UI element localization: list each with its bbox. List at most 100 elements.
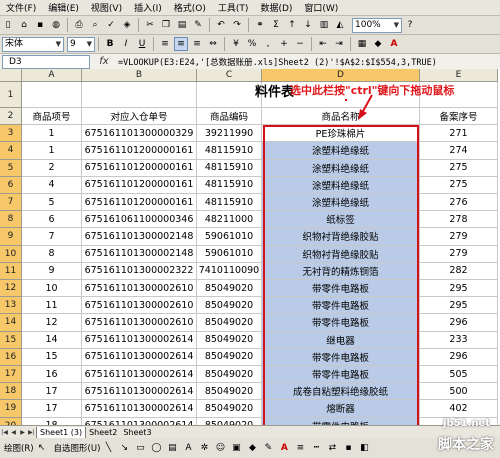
table-cell[interactable]: 涂塑料绝缘纸 — [262, 159, 420, 177]
table-cell[interactable]: 675161101300002148 — [82, 245, 197, 263]
table-cell[interactable]: 17 — [22, 383, 82, 401]
table-cell[interactable]: 278 — [420, 211, 498, 229]
table-cell[interactable]: 675161061100000346 — [82, 211, 197, 229]
column-header-b[interactable]: B — [82, 69, 197, 82]
table-cell[interactable]: 675161101300002148 — [82, 228, 197, 246]
formula-input[interactable]: =VLOOKUP(E3:E24,'[总数据账册.xls]Sheet2 (2)'!… — [118, 56, 500, 68]
drawing-icon[interactable]: ◭ — [333, 18, 347, 32]
tab-sheet1-3[interactable]: Sheet1 (3) — [36, 426, 87, 439]
table-cell[interactable]: 48115910 — [197, 194, 262, 212]
dash-style-icon[interactable]: ┅ — [309, 441, 323, 455]
picture-icon[interactable]: ▣ — [229, 441, 243, 455]
table-cell[interactable]: 675161101300002322 — [82, 262, 197, 280]
row-header[interactable]: 10 — [0, 245, 22, 263]
percent-icon[interactable]: % — [245, 37, 259, 51]
row-header[interactable]: 1 — [0, 82, 22, 108]
table-cell[interactable]: 675161101300002610 — [82, 297, 197, 315]
name-box[interactable]: D3 — [2, 54, 90, 69]
new-icon[interactable]: ▯ — [1, 18, 15, 32]
decrease-decimal-icon[interactable]: − — [293, 37, 307, 51]
draw-menu-button[interactable]: 绘图(R) — [4, 442, 34, 454]
select-all-corner[interactable] — [0, 69, 22, 82]
table-cell[interactable]: 85049020 — [197, 297, 262, 315]
row-header[interactable]: 13 — [0, 297, 22, 315]
undo-icon[interactable]: ↶ — [214, 18, 228, 32]
table-cell[interactable]: 59061010 — [197, 228, 262, 246]
table-cell[interactable]: 296 — [420, 314, 498, 332]
table-cell[interactable]: 无衬背的精炼铜箔 — [262, 262, 420, 280]
table-cell[interactable]: 85049020 — [197, 331, 262, 349]
font-name-select[interactable]: 宋体 ▼ — [2, 36, 64, 52]
research-icon[interactable]: ◈ — [120, 18, 134, 32]
table-cell[interactable]: 282 — [420, 262, 498, 280]
table-cell[interactable]: 295 — [420, 297, 498, 315]
table-cell[interactable]: 带零件电路板 — [262, 417, 420, 425]
menu-data[interactable]: 数据(D) — [254, 1, 298, 14]
row-header[interactable]: 4 — [0, 142, 22, 160]
print-icon[interactable]: ⎙ — [72, 18, 86, 32]
table-cell[interactable]: 涂塑料绝缘纸 — [262, 176, 420, 194]
table-cell[interactable]: 织物衬背绝缘胶贴 — [262, 245, 420, 263]
diagram-icon[interactable]: ✲ — [197, 441, 211, 455]
table-cell[interactable]: 85049020 — [197, 400, 262, 418]
row-header[interactable]: 17 — [0, 366, 22, 384]
table-cell[interactable]: 85049020 — [197, 366, 262, 384]
table-cell[interactable] — [82, 82, 197, 108]
table-cell[interactable]: 9 — [22, 262, 82, 280]
table-cell[interactable]: 16 — [22, 366, 82, 384]
table-cell[interactable]: 8 — [22, 245, 82, 263]
table-cell[interactable]: 1 — [22, 125, 82, 143]
shadow-icon[interactable]: ▪ — [341, 441, 355, 455]
fx-icon[interactable]: fx — [90, 56, 118, 67]
align-right-icon[interactable]: ≡ — [190, 37, 204, 51]
table-cell[interactable]: 85049020 — [197, 314, 262, 332]
rectangle-icon[interactable]: ▭ — [133, 441, 147, 455]
table-cell[interactable]: 纸标签 — [262, 211, 420, 229]
table-cell[interactable]: 48211000 — [197, 211, 262, 229]
menu-tools[interactable]: 工具(T) — [212, 1, 255, 14]
print-preview-icon[interactable]: ⌕ — [88, 18, 102, 32]
table-cell[interactable]: 7 — [22, 228, 82, 246]
table-cell[interactable]: 48115910 — [197, 159, 262, 177]
decrease-indent-icon[interactable]: ⇤ — [316, 37, 330, 51]
table-cell[interactable]: 675161101200000161 — [82, 176, 197, 194]
arrow-icon[interactable]: ↘ — [117, 441, 131, 455]
fill-color-icon[interactable]: ◆ — [371, 37, 385, 51]
fill-color-draw-icon[interactable]: ◆ — [245, 441, 259, 455]
table-cell[interactable]: 带零件电路板 — [262, 348, 420, 366]
zoom-select[interactable]: 100% ▼ — [352, 17, 402, 33]
row-header[interactable]: 20 — [0, 417, 22, 425]
row-header[interactable]: 14 — [0, 314, 22, 332]
menu-insert[interactable]: 插入(I) — [128, 1, 168, 14]
table-cell[interactable]: 500 — [420, 383, 498, 401]
table-cell[interactable]: 4 — [22, 176, 82, 194]
help-icon[interactable]: ? — [403, 18, 417, 32]
table-cell[interactable]: 59061010 — [197, 245, 262, 263]
table-cell[interactable]: 85049020 — [197, 280, 262, 298]
menu-format[interactable]: 格式(O) — [168, 1, 212, 14]
tab-sheet2[interactable]: Sheet2 — [86, 427, 120, 438]
save-icon[interactable]: ▪ — [33, 18, 47, 32]
borders-icon[interactable]: ▦ — [355, 37, 369, 51]
table-cell[interactable]: 17 — [22, 400, 82, 418]
table-cell[interactable]: 1 — [22, 142, 82, 160]
table-cell[interactable]: 15 — [22, 348, 82, 366]
font-color-draw-icon[interactable]: A — [277, 441, 291, 455]
row-header[interactable]: 12 — [0, 280, 22, 298]
table-cell[interactable]: 涂塑料绝缘纸 — [262, 194, 420, 212]
line-color-icon[interactable]: ✎ — [261, 441, 275, 455]
table-cell[interactable]: 296 — [420, 348, 498, 366]
autoshapes-button[interactable]: 自选图形(U) — [54, 442, 101, 454]
table-cell[interactable]: 11 — [22, 297, 82, 315]
menu-file[interactable]: 文件(F) — [0, 1, 42, 14]
table-cell[interactable]: 成卷自粘塑料绝缘胶纸 — [262, 383, 420, 401]
prev-sheet-icon[interactable]: ◀ — [9, 428, 18, 438]
underline-icon[interactable]: U — [135, 37, 149, 51]
table-cell[interactable]: 271 — [420, 125, 498, 143]
tab-sheet3[interactable]: Sheet3 — [120, 427, 154, 438]
table-cell[interactable]: 295 — [420, 280, 498, 298]
table-cell[interactable]: 5 — [22, 194, 82, 212]
row-header[interactable]: 15 — [0, 331, 22, 349]
table-cell[interactable]: 675161101300002614 — [82, 348, 197, 366]
table-cell[interactable]: 带零件电路板 — [262, 280, 420, 298]
